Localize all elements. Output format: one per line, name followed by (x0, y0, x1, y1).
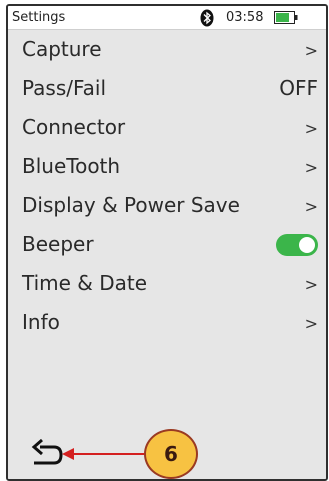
chevron-right-icon: > (304, 41, 318, 60)
back-arrow-icon[interactable] (30, 437, 64, 471)
callout-arrow (62, 448, 146, 460)
menu-item-info[interactable]: Info > (8, 303, 326, 342)
menu-item-beeper: Beeper (8, 225, 326, 264)
beeper-toggle[interactable] (276, 234, 318, 256)
bluetooth-icon (200, 9, 214, 27)
device-screen: Settings 03:58 Capture > Pass/Fail OFF C… (6, 4, 328, 481)
menu-item-connector[interactable]: Connector > (8, 108, 326, 147)
chevron-right-icon: > (304, 275, 318, 294)
callout-badge: 6 (144, 429, 198, 479)
menu-item-label: Beeper (22, 232, 94, 256)
chevron-right-icon: > (304, 314, 318, 333)
menu-item-label: Display & Power Save (22, 193, 240, 217)
footer-bar: 6 (8, 429, 326, 479)
menu-item-label: Time & Date (22, 271, 148, 295)
battery-icon (274, 11, 298, 24)
menu-item-display-power-save[interactable]: Display & Power Save > (8, 186, 326, 225)
pass-fail-value: OFF (279, 76, 318, 100)
menu-item-capture[interactable]: Capture > (8, 30, 326, 69)
menu-item-label: BlueTooth (22, 154, 121, 178)
menu-item-label: Connector (22, 115, 126, 139)
status-bar: Settings 03:58 (8, 6, 326, 30)
menu-item-label: Pass/Fail (22, 76, 107, 100)
status-time: 03:58 (226, 10, 264, 25)
chevron-right-icon: > (304, 158, 318, 177)
menu-item-label: Capture (22, 37, 102, 61)
chevron-right-icon: > (304, 119, 318, 138)
menu-item-label: Info (22, 310, 60, 334)
status-title: Settings (12, 10, 66, 25)
toggle-knob (299, 237, 315, 253)
settings-menu: Capture > Pass/Fail OFF Connector > Blue… (8, 30, 326, 342)
menu-item-time-date[interactable]: Time & Date > (8, 264, 326, 303)
menu-item-bluetooth[interactable]: BlueTooth > (8, 147, 326, 186)
chevron-right-icon: > (304, 197, 318, 216)
menu-item-pass-fail[interactable]: Pass/Fail OFF (8, 69, 326, 108)
